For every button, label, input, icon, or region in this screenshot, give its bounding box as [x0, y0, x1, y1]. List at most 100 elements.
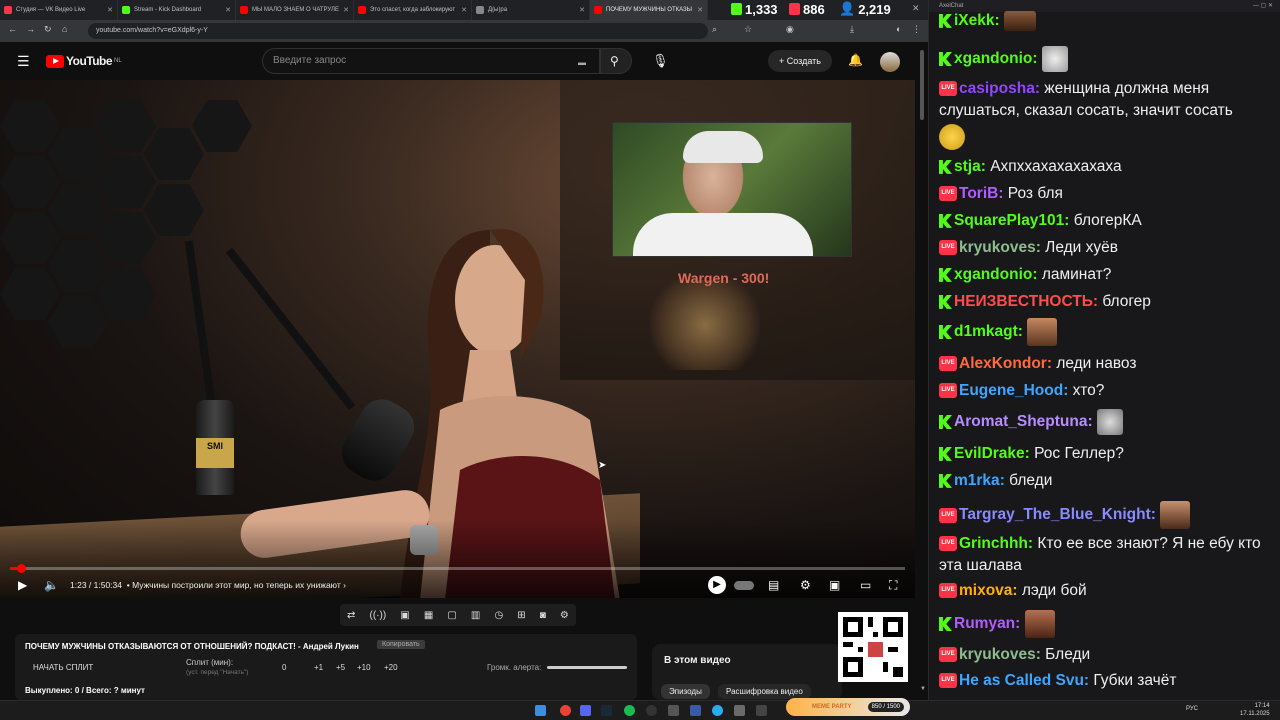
meme-party-widget[interactable]: MEME PARTY 850 / 1500: [786, 698, 910, 716]
profile-icon[interactable]: ◐: [896, 24, 901, 34]
settings-gear-icon[interactable]: ⚙: [560, 610, 569, 621]
download-icon[interactable]: ⤓: [850, 24, 854, 35]
fullscreen-icon[interactable]: ⛶: [889, 578, 897, 593]
increment-button[interactable]: +5: [336, 663, 345, 672]
chat-username[interactable]: AlexKondor: [959, 355, 1047, 372]
chat-username[interactable]: xgandonio: [954, 50, 1032, 67]
loop-icon[interactable]: ⇄: [347, 610, 355, 621]
spotify-icon[interactable]: [624, 705, 635, 716]
chat-username[interactable]: stja: [954, 158, 981, 175]
url-field[interactable]: youtube.com/watch?v=eGXdpl6-y-Y: [88, 23, 708, 39]
chat-username[interactable]: m1rka: [954, 472, 1000, 489]
theater-mode-icon[interactable]: ▭: [860, 578, 871, 592]
tab-episodes[interactable]: Эпизоды: [661, 684, 710, 699]
screenshot-icon[interactable]: ◙: [540, 610, 546, 621]
chat-username[interactable]: d1mkagt: [954, 323, 1018, 340]
windows-start-icon[interactable]: [535, 705, 546, 716]
chat-username[interactable]: Targray_The_Blue_Knight: [959, 506, 1151, 523]
film-icon[interactable]: ▦: [424, 610, 433, 621]
keyboard-icon[interactable]: ▬: [578, 58, 586, 67]
app-icon[interactable]: [734, 705, 745, 716]
chrome-icon[interactable]: [560, 705, 571, 716]
app-icon[interactable]: [756, 705, 767, 716]
window-close-icon[interactable]: ✕: [912, 3, 920, 14]
add-icon[interactable]: ⊞: [517, 610, 525, 621]
browser-tab[interactable]: МЫ МАЛО ЗНАЕМ О ЧАТРУЛЕ ✕: [236, 0, 354, 20]
increment-button[interactable]: +20: [384, 663, 398, 672]
camera-icon[interactable]: ▣: [400, 610, 409, 621]
chat-username[interactable]: SquarePlay101: [954, 212, 1064, 229]
chat-username[interactable]: He as Called Svu: [959, 672, 1084, 689]
increment-button[interactable]: +1: [314, 663, 323, 672]
chat-username[interactable]: Eugene_Hood: [959, 382, 1063, 399]
extension-icon[interactable]: ◉: [786, 24, 794, 35]
bookmark-star-icon[interactable]: ☆: [744, 24, 752, 35]
language-indicator[interactable]: РУС: [1186, 706, 1198, 712]
browser-tab[interactable]: Д(ы)ра ✕: [472, 0, 590, 20]
microphone-icon[interactable]: 🎙: [652, 53, 669, 69]
close-tab-icon[interactable]: ✕: [343, 6, 349, 14]
close-tab-icon[interactable]: ✕: [579, 6, 585, 14]
chat-username[interactable]: xgandonio: [954, 266, 1032, 283]
notifications-bell-icon[interactable]: 🔔: [848, 53, 863, 67]
play-icon[interactable]: ▶: [18, 578, 27, 592]
create-button[interactable]: + Создать: [768, 50, 832, 72]
scroll-down-arrow-icon[interactable]: ▼: [920, 686, 926, 692]
chat-username[interactable]: EvilDrake: [954, 445, 1025, 462]
miniplayer-icon[interactable]: ▣: [829, 578, 840, 592]
browser-tab[interactable]: Студия — VK Видео Live ✕: [0, 0, 118, 20]
volume-icon[interactable]: 🔈: [44, 578, 59, 592]
zoom-icon[interactable]: ⌕: [712, 24, 717, 35]
obs-icon[interactable]: [646, 705, 657, 716]
browser-tab-active[interactable]: ПОЧЕМУ МУЖЧИНЫ ОТКАЗЫ ✕: [590, 0, 708, 20]
browser-tab[interactable]: Это спасет, когда заблокируют ✕: [354, 0, 472, 20]
screen-icon[interactable]: ▢: [447, 610, 456, 621]
close-tab-icon[interactable]: ✕: [225, 6, 231, 14]
copy-button[interactable]: Копировать: [377, 640, 425, 649]
tab-transcript[interactable]: Расшифровка видео: [718, 684, 811, 699]
youtube-logo[interactable]: YouTube NL: [46, 54, 122, 68]
speed-icon[interactable]: ◷: [494, 610, 503, 621]
progress-bar[interactable]: [10, 564, 905, 573]
video-player[interactable]: SMI Wargen - 300! ➤ ▶ 🔈 1:23 / 1:50:34 •…: [0, 80, 915, 598]
chat-username[interactable]: НЕИЗВЕСТНОСТЬ: [954, 293, 1093, 310]
steam-icon[interactable]: [601, 705, 612, 716]
autoplay-toggle[interactable]: [734, 581, 754, 590]
menu-kebab-icon[interactable]: ⋮: [912, 24, 921, 35]
search-button[interactable]: ⚲: [600, 48, 632, 74]
subtitles-icon[interactable]: ▤: [768, 578, 779, 592]
chat-username[interactable]: kryukoves: [959, 239, 1036, 256]
filmstrip-icon[interactable]: ▥: [471, 610, 480, 621]
browser-tab[interactable]: Stream - Kick Dashboard ✕: [118, 0, 236, 20]
audio-icon[interactable]: ((·)): [370, 610, 387, 621]
discord-icon[interactable]: [580, 705, 591, 716]
increment-button[interactable]: +10: [357, 663, 371, 672]
close-tab-icon[interactable]: ✕: [107, 6, 113, 14]
chat-username[interactable]: mixova: [959, 582, 1012, 599]
chat-username[interactable]: Aromat_Sheptuna: [954, 413, 1088, 430]
search-input[interactable]: Введите запрос: [262, 48, 600, 74]
home-icon[interactable]: ⌂: [62, 24, 67, 34]
start-split-button[interactable]: НАЧАТЬ СПЛИТ: [33, 663, 93, 672]
close-tab-icon[interactable]: ✕: [461, 6, 467, 14]
settings-gear-icon[interactable]: ⚙: [800, 578, 811, 592]
chat-username[interactable]: Rumyan: [954, 615, 1015, 632]
close-tab-icon[interactable]: ✕: [697, 6, 703, 14]
split-value[interactable]: 0: [282, 663, 286, 672]
system-clock[interactable]: 17:14 17.11.2025: [1240, 702, 1270, 718]
app-icon[interactable]: [668, 705, 679, 716]
hamburger-menu-icon[interactable]: ☰: [17, 53, 30, 70]
alert-volume-slider[interactable]: [547, 666, 627, 669]
app-icon[interactable]: [690, 705, 701, 716]
forward-icon[interactable]: →: [26, 24, 35, 34]
time-display[interactable]: 1:23 / 1:50:34 • Мужчины построили этот …: [70, 580, 346, 590]
chat-username[interactable]: kryukoves: [959, 646, 1036, 663]
reload-icon[interactable]: ↻: [44, 24, 52, 35]
chat-username[interactable]: casiposha: [959, 80, 1035, 97]
page-scrollbar[interactable]: [920, 50, 924, 120]
chat-username[interactable]: ToriB: [959, 185, 998, 202]
shield-icon[interactable]: ▶: [708, 576, 726, 594]
chat-username[interactable]: iXekk: [954, 12, 995, 29]
back-icon[interactable]: ←: [8, 24, 17, 34]
avatar[interactable]: [880, 52, 900, 72]
